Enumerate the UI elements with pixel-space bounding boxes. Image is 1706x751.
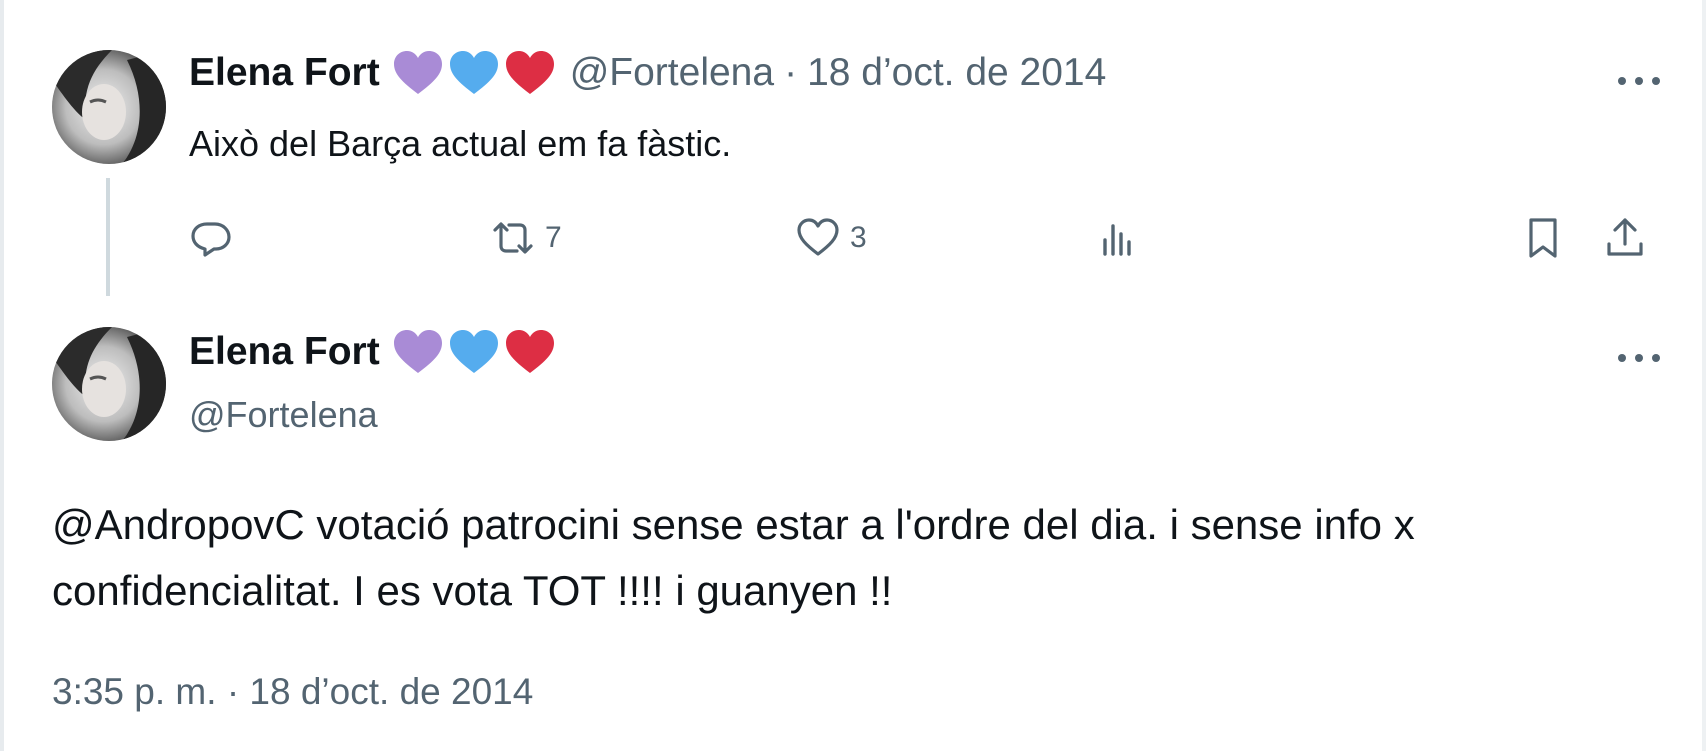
reply-icon <box>191 222 231 257</box>
red-heart-icon <box>504 329 556 375</box>
views-icon <box>1103 224 1131 256</box>
blue-heart-icon <box>448 50 500 96</box>
separator-dot: · <box>784 51 798 94</box>
avatar-photo <box>52 327 166 441</box>
avatar[interactable] <box>52 50 166 164</box>
parent-tweet-header: Elena Fort @Fortelena · 18 d’oct. de 201… <box>189 50 1106 96</box>
red-heart-icon <box>504 50 556 96</box>
reply-button[interactable] <box>187 210 243 266</box>
tweet-text-line: @AndropovC votació patrocini sense estar… <box>52 501 1415 548</box>
handle[interactable]: @Fortelena <box>189 392 378 438</box>
tweet-text: @AndropovC votació patrocini sense estar… <box>52 492 1672 624</box>
tweet-text: Això del Barça actual em fa fàstic. <box>189 123 732 164</box>
display-name[interactable]: Elena Fort <box>189 50 380 96</box>
tweet-thread: Elena Fort @Fortelena · 18 d’oct. de 201… <box>0 0 1706 751</box>
name-emoji-group <box>392 50 560 96</box>
thread-connector-line <box>106 178 110 296</box>
tweet-date[interactable]: 18 d’oct. de 2014 <box>807 50 1106 96</box>
more-dot <box>1635 77 1643 85</box>
like-button[interactable]: 3 <box>794 210 867 266</box>
display-name[interactable]: Elena Fort <box>189 329 380 375</box>
avatar-photo <box>52 50 166 164</box>
more-dot <box>1652 354 1660 362</box>
more-horizontal-icon <box>1618 77 1626 85</box>
share-icon <box>1607 218 1643 256</box>
main-tweet-header: Elena Fort <box>189 329 560 375</box>
retweet-button[interactable]: 7 <box>489 210 562 266</box>
tweet-date: 18 d’oct. de 2014 <box>249 671 534 712</box>
more-dot <box>1652 77 1660 85</box>
like-count: 3 <box>850 221 867 254</box>
retweet-count: 7 <box>545 221 562 254</box>
card-border <box>0 0 1706 751</box>
share-button[interactable] <box>1601 210 1649 266</box>
retweet-icon <box>493 222 533 254</box>
tweet-text-line: confidencialitat. I es vota TOT !!!! i g… <box>52 567 893 614</box>
more-dot <box>1635 354 1643 362</box>
bookmark-button[interactable] <box>1519 210 1567 266</box>
purple-heart-icon <box>392 50 444 96</box>
more-options-button[interactable] <box>1614 343 1664 373</box>
handle[interactable]: @Fortelena <box>570 50 774 96</box>
tweet-time: 3:35 p. m. <box>52 671 217 712</box>
blue-heart-icon <box>448 329 500 375</box>
tweet-timestamp[interactable]: 3:35 p. m. · 18 d’oct. de 2014 <box>52 668 533 716</box>
purple-heart-icon <box>392 329 444 375</box>
separator-dot: · <box>226 671 240 712</box>
tweet-actions-bar: 7 3 <box>189 210 1669 266</box>
name-emoji-group <box>392 329 560 375</box>
avatar[interactable] <box>52 327 166 441</box>
like-icon <box>797 218 839 256</box>
bookmark-icon <box>1529 218 1557 258</box>
views-button[interactable] <box>1095 210 1151 266</box>
more-options-button[interactable] <box>1614 66 1664 96</box>
more-horizontal-icon <box>1618 354 1626 362</box>
